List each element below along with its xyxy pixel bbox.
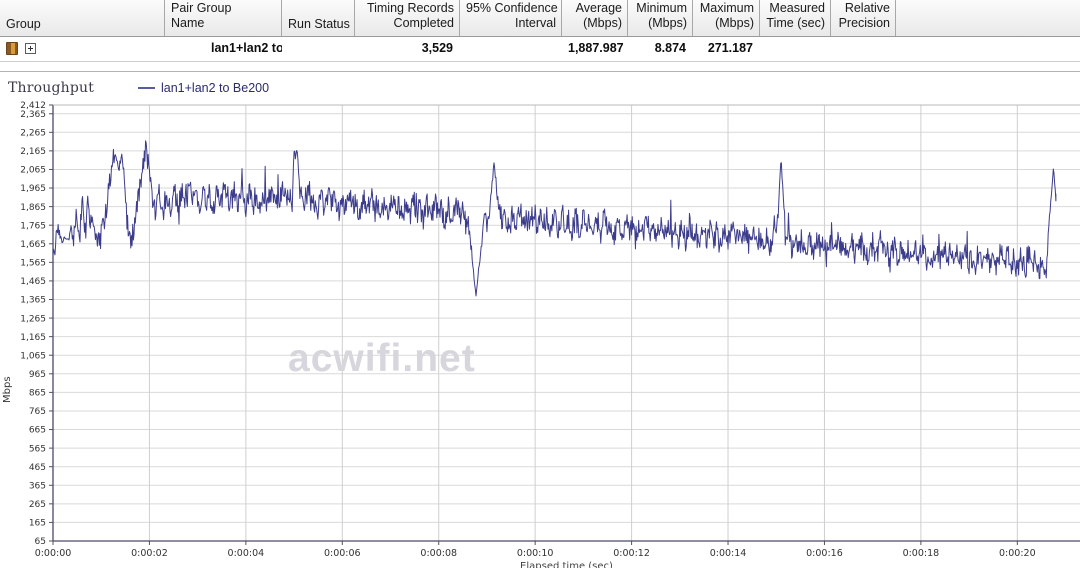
column-header-line2-ci: Interval: [466, 16, 556, 31]
y-axis-tick-label: 565: [29, 444, 46, 454]
x-axis-tick-label: 0:00:10: [517, 548, 554, 559]
y-axis-tick-label: 765: [29, 407, 46, 417]
y-axis-tick-label: 1,565: [20, 259, 46, 269]
column-header-group[interactable]: Group: [0, 0, 165, 36]
y-axis-tick-label: 65: [35, 537, 46, 547]
grid-spacer: [0, 62, 1080, 72]
x-axis-tick-label: 0:00:14: [710, 548, 747, 559]
cell-precision: [831, 37, 896, 60]
chart-plot-area: 2,4122,3652,2652,1652,0651,9651,8651,765…: [0, 73, 1080, 568]
x-axis-tick-label: 0:00:00: [35, 548, 72, 559]
y-axis-tick-label: 365: [29, 481, 46, 491]
cell-spare: [896, 37, 1080, 60]
y-axis-tick-label: 1,165: [20, 333, 46, 343]
cell-measured: [760, 37, 831, 60]
column-header-spare[interactable]: [896, 0, 1080, 36]
column-header-line2-run_status: Run Status: [288, 17, 349, 32]
y-axis-tick-label: 1,665: [20, 240, 46, 250]
cell-run_status: [282, 37, 355, 60]
column-header-ci[interactable]: 95% ConfidenceInterval: [460, 0, 562, 36]
y-axis-tick-label: 865: [29, 389, 46, 399]
results-grid: Group Pair GroupName Run Status Timing Reco…: [0, 0, 1080, 72]
y-axis-tick-label: 1,465: [20, 277, 46, 287]
x-axis-tick-label: 0:00:20: [999, 548, 1036, 559]
y-axis-tick-label: 1,065: [20, 351, 46, 361]
y-axis-tick-label: 665: [29, 426, 46, 436]
column-header-timing[interactable]: Timing RecordsCompleted: [355, 0, 460, 36]
column-header-pair_group[interactable]: Pair GroupName: [165, 0, 282, 36]
column-header-line1-measured: Measured: [766, 1, 825, 16]
column-header-run_status[interactable]: Run Status: [282, 0, 355, 36]
column-header-line2-pair_group: Name: [171, 16, 276, 31]
column-header-line2-precision: Precision: [837, 16, 890, 31]
column-header-line1-minimum: Minimum: [634, 1, 687, 16]
column-header-line1-timing: Timing Records: [361, 1, 454, 16]
column-header-line1-average: Average: [568, 1, 622, 16]
y-axis-tick-label: 165: [29, 519, 46, 529]
y-axis-tick-label: 1,765: [20, 221, 46, 231]
throughput-chart-panel: Throughput lan1+lan2 to Be200 Mbps 2,412…: [0, 73, 1080, 568]
x-axis-title: Elapsed time (sec): [520, 561, 613, 568]
y-axis-tick-label: 2,265: [20, 129, 46, 139]
column-header-line2-measured: Time (sec): [766, 16, 825, 31]
x-axis-tick-label: 0:00:06: [324, 548, 361, 559]
y-axis-tick-label: 1,265: [20, 314, 46, 324]
column-header-maximum[interactable]: Maximum(Mbps): [693, 0, 760, 36]
column-header-average[interactable]: Average(Mbps): [562, 0, 628, 36]
cell-ci: [460, 37, 562, 60]
x-axis-tick-label: 0:00:16: [806, 548, 843, 559]
table-row[interactable]: lan1+lan2 to Be200 3,529 1,887.9878.874271…: [0, 37, 1080, 62]
column-header-measured[interactable]: MeasuredTime (sec): [760, 0, 831, 36]
column-header-line2-group: Group: [6, 17, 159, 32]
x-axis-tick-label: 0:00:02: [131, 548, 168, 559]
column-header-line1-pair_group: Pair Group: [171, 1, 276, 16]
column-header-precision[interactable]: RelativePrecision: [831, 0, 896, 36]
y-axis-tick-label: 965: [29, 370, 46, 380]
results-grid-header: Group Pair GroupName Run Status Timing Reco…: [0, 0, 1080, 37]
cell-average: 1,887.987: [562, 37, 628, 60]
cell-group: [0, 37, 165, 60]
y-axis-tick-label: 1,865: [20, 203, 46, 213]
throughput-report-window: Group Pair GroupName Run Status Timing Reco…: [0, 0, 1080, 568]
y-axis-tick-label: 2,065: [20, 166, 46, 176]
y-axis-tick-label: 2,365: [20, 110, 46, 120]
column-header-line1-precision: Relative: [837, 1, 890, 16]
y-axis-tick-label: 1,365: [20, 296, 46, 306]
x-axis-tick-label: 0:00:18: [903, 548, 940, 559]
cell-maximum: 271.187: [693, 37, 760, 60]
y-axis-tick-label: 1,965: [20, 184, 46, 194]
column-header-line1-ci: 95% Confidence: [466, 1, 556, 16]
column-header-line2-minimum: (Mbps): [634, 16, 687, 31]
cell-timing: 3,529: [355, 37, 460, 60]
column-header-minimum[interactable]: Minimum(Mbps): [628, 0, 693, 36]
y-axis-tick-label: 465: [29, 463, 46, 473]
y-axis-tick-label: 2,165: [20, 147, 46, 157]
plot-background: [53, 105, 1080, 541]
y-axis-tick-label: 265: [29, 500, 46, 510]
cell-minimum: 8.874: [628, 37, 693, 60]
column-header-line1-maximum: Maximum: [699, 1, 754, 16]
column-header-line2-maximum: (Mbps): [699, 16, 754, 31]
cell-pair_group: lan1+lan2 to Be200: [165, 37, 282, 60]
x-axis-tick-label: 0:00:12: [613, 548, 650, 559]
column-header-line2-timing: Completed: [361, 16, 454, 31]
x-axis-tick-label: 0:00:08: [420, 548, 457, 559]
x-axis-tick-label: 0:00:04: [228, 548, 265, 559]
column-header-line2-average: (Mbps): [568, 16, 622, 31]
